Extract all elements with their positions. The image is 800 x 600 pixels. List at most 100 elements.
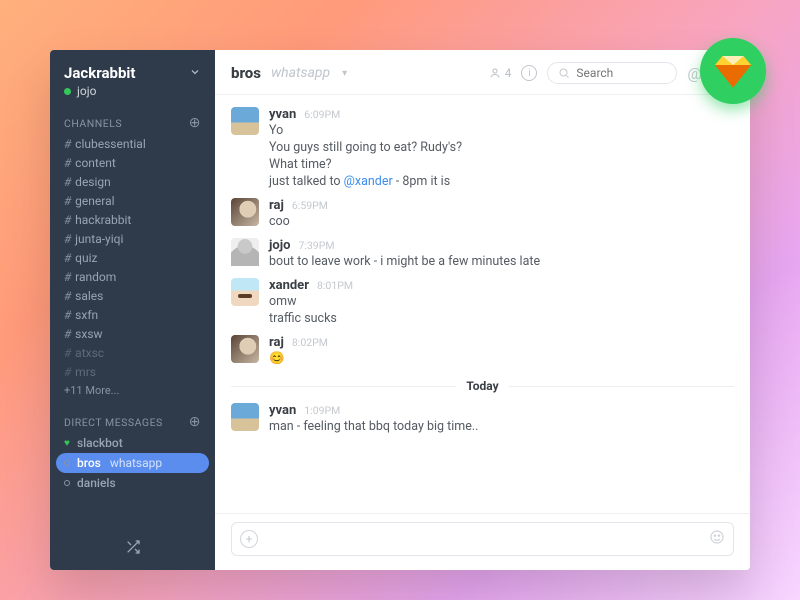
channel-item[interactable]: #content [50, 153, 215, 172]
dm-item[interactable]: ♥ slackbot [50, 433, 215, 453]
message-author[interactable]: yvan [269, 107, 296, 122]
channel-name: quiz [75, 251, 97, 265]
message-author[interactable]: raj [269, 335, 284, 350]
hash-icon: # [64, 289, 71, 303]
day-divider: Today [231, 379, 734, 393]
dm-item[interactable]: bros whatsapp [56, 453, 209, 473]
sidebar-footer[interactable] [50, 527, 215, 570]
sketch-badge[interactable] [700, 38, 766, 104]
avatar[interactable] [231, 198, 259, 226]
message-author[interactable]: xander [269, 278, 309, 293]
channel-item[interactable]: #mrs [50, 362, 215, 381]
channel-item[interactable]: #sxfn [50, 305, 215, 324]
channel-item[interactable]: #design [50, 172, 215, 191]
channel-item[interactable]: # quiz [50, 248, 215, 267]
channel-header: bros whatsapp ▾ 4 i @ ••• [215, 50, 750, 95]
channel-item[interactable]: #atxsc [50, 343, 215, 362]
hash-icon: # [64, 232, 71, 246]
message-text: bout to leave work - i might be a few mi… [269, 253, 734, 270]
message-author[interactable]: raj [269, 198, 284, 213]
dm-name: daniels [77, 476, 116, 490]
message-text: 😊 [269, 350, 734, 367]
channel-item[interactable]: #random [50, 267, 215, 286]
message-time: 6:09PM [304, 108, 340, 121]
channel-item[interactable]: # junta-yiqi [50, 229, 215, 248]
team-section[interactable]: Jackrabbit jojo [50, 50, 215, 108]
channel-item[interactable]: #sales [50, 286, 215, 305]
dm-subtitle: whatsapp [110, 456, 162, 470]
channel-list: #clubessential#content#design#general#ha… [50, 134, 215, 381]
search-icon [558, 67, 570, 79]
avatar[interactable] [231, 278, 259, 306]
message-text: Yo [269, 122, 734, 139]
hash-icon: # [64, 251, 71, 265]
dm-name: slackbot [77, 436, 123, 450]
channels-header: CHANNELS ⊕ [50, 108, 215, 134]
shuffle-icon [125, 539, 141, 555]
member-count[interactable]: 4 [489, 66, 512, 80]
message: xander8:01PMomwtraffic sucks [231, 274, 734, 331]
channels-more[interactable]: +11 More... [50, 381, 215, 399]
message-author[interactable]: jojo [269, 238, 290, 253]
emoji-icon[interactable] [709, 529, 725, 549]
message: raj6:59PMcoo [231, 194, 734, 234]
attach-icon[interactable]: + [240, 530, 258, 548]
info-icon[interactable]: i [521, 65, 537, 81]
hash-icon: # [64, 365, 71, 379]
dm-name: bros [77, 456, 101, 470]
avatar[interactable] [231, 238, 259, 266]
message-time: 6:59PM [292, 199, 328, 212]
message-time: 8:02PM [292, 336, 328, 349]
message-text: traffic sucks [269, 310, 734, 327]
message-text: man - feeling that bbq today big time.. [269, 418, 734, 435]
channel-item[interactable]: #general [50, 191, 215, 210]
sketch-icon [715, 53, 751, 89]
hash-icon: # [64, 137, 71, 151]
main-panel: bros whatsapp ▾ 4 i @ ••• yvan6:09PMYoYo… [215, 50, 750, 570]
composer-box[interactable]: + [231, 522, 734, 556]
channel-name: general [75, 194, 114, 208]
channel-subtitle[interactable]: whatsapp [271, 65, 330, 81]
person-icon [489, 67, 501, 79]
hash-icon: # [64, 213, 71, 227]
day-divider-label: Today [466, 379, 498, 393]
hash-icon: # [64, 308, 71, 322]
hash-icon: # [64, 346, 71, 360]
avatar[interactable] [231, 335, 259, 363]
add-channel-icon[interactable]: ⊕ [189, 116, 201, 130]
avatar[interactable] [231, 403, 259, 431]
add-dm-icon[interactable]: ⊕ [189, 415, 201, 429]
message-text: What time? [269, 156, 734, 173]
caret-down-icon[interactable]: ▾ [342, 68, 347, 79]
composer: + [215, 513, 750, 570]
app-window: Jackrabbit jojo CHANNELS ⊕ #clubessentia… [50, 50, 750, 570]
message-text: omw [269, 293, 734, 310]
channel-item[interactable]: #sxsw [50, 324, 215, 343]
message-input[interactable] [266, 532, 701, 547]
mention[interactable]: @xander [344, 174, 393, 189]
message-author[interactable]: yvan [269, 403, 296, 418]
channel-item[interactable]: #hackrabbit [50, 210, 215, 229]
message: raj 8:02PM😊 [231, 331, 734, 371]
message-text: just talked to @xander - 8pm it is [269, 173, 734, 190]
hash-icon: # [64, 156, 71, 170]
member-count-value: 4 [505, 66, 512, 80]
message-time: 7:39PM [298, 239, 334, 252]
heart-icon: ♥ [64, 438, 70, 449]
avatar[interactable] [231, 107, 259, 135]
hash-icon: # [64, 270, 71, 284]
hash-icon: # [64, 175, 71, 189]
dm-item[interactable]: daniels [50, 473, 215, 493]
channel-item[interactable]: #clubessential [50, 134, 215, 153]
message: yvan1:09PMman - feeling that bbq today b… [231, 399, 734, 439]
channels-header-label: CHANNELS [64, 117, 122, 130]
chevron-down-icon[interactable] [189, 66, 201, 81]
presence-indicator-icon [64, 88, 71, 95]
search-input[interactable] [576, 66, 666, 80]
message-list: yvan6:09PMYoYou guys still going to eat?… [215, 95, 750, 513]
hash-icon: # [64, 327, 71, 341]
dm-header: DIRECT MESSAGES ⊕ [50, 407, 215, 433]
channel-name: junta-yiqi [75, 232, 123, 246]
search-box[interactable] [547, 62, 677, 84]
channel-title[interactable]: bros [231, 64, 261, 82]
